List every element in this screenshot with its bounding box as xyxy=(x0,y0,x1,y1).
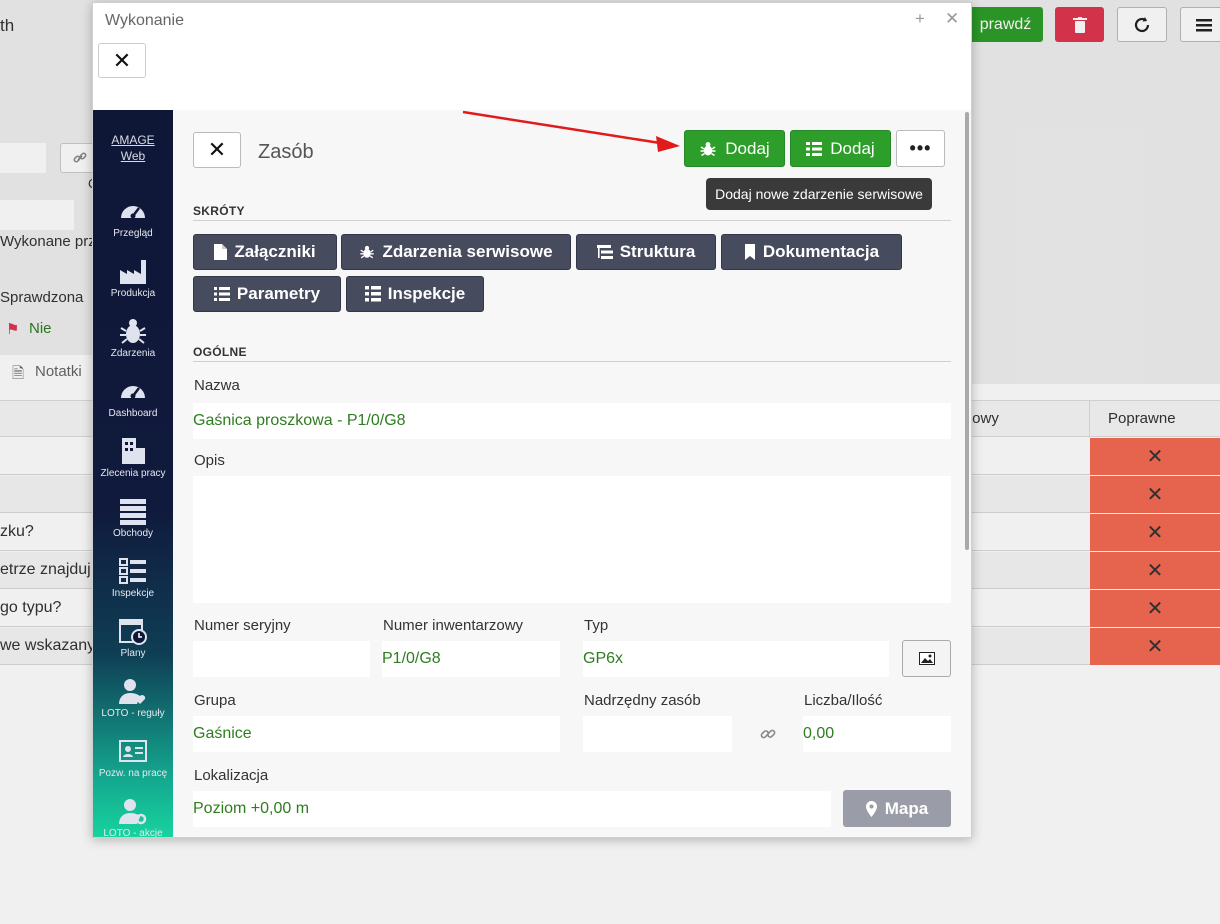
annotation-arrow xyxy=(462,110,680,152)
